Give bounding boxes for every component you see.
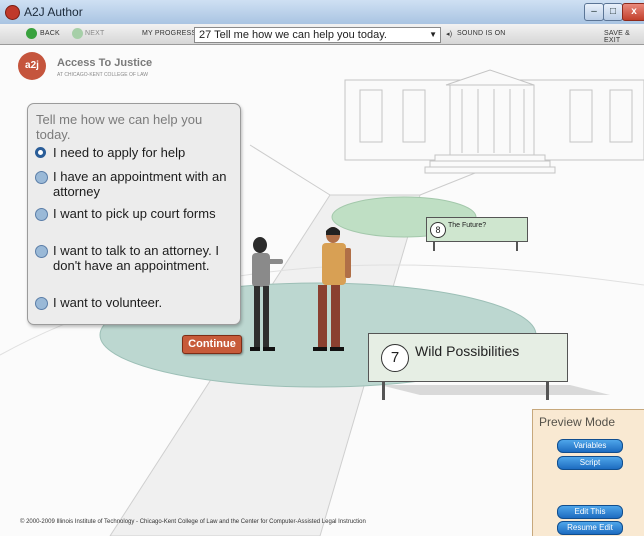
toolbar: BACK NEXT MY PROGRESS 27 Tell me how we …: [0, 24, 644, 45]
window-title: A2J Author: [24, 5, 83, 19]
radio-icon[interactable]: [35, 297, 48, 310]
back-button[interactable]: BACK: [40, 30, 60, 37]
logo-subtitle: AT CHICAGO-KENT COLLEGE OF LAW: [57, 72, 148, 78]
copyright-footer: © 2000-2009 Illinois Institute of Techno…: [20, 519, 366, 525]
signpost-future[interactable]: 8 The Future?: [426, 217, 528, 242]
title-bar: A2J Author – □ x: [0, 0, 644, 25]
question-bubble: Tell me how we can help you today. I nee…: [27, 103, 241, 325]
step-number-badge: 7: [381, 344, 409, 372]
preview-title: Preview Mode: [539, 415, 616, 429]
answer-option[interactable]: I have an appointment with an attorney: [35, 169, 233, 199]
save-exit-button[interactable]: SAVE & EXIT: [604, 30, 644, 44]
preview-mode-panel: Preview Mode Variables Script Edit This …: [532, 409, 644, 536]
sign-label: The Future?: [448, 222, 487, 229]
next-button[interactable]: NEXT: [85, 30, 104, 37]
radio-selected-icon[interactable]: [35, 147, 46, 158]
courthouse-building: [344, 69, 644, 174]
scene-stage: a2j Access To Justice AT CHICAGO-KENT CO…: [0, 45, 644, 536]
progress-label: MY PROGRESS: [142, 30, 197, 37]
continue-button[interactable]: Continue: [182, 335, 242, 354]
answer-option[interactable]: I want to volunteer.: [35, 295, 233, 310]
step-number-badge: 8: [430, 222, 446, 238]
variables-button[interactable]: Variables: [557, 439, 623, 453]
sound-toggle[interactable]: SOUND IS ON: [457, 30, 505, 37]
script-button[interactable]: Script: [557, 456, 623, 470]
maximize-button[interactable]: □: [603, 3, 623, 21]
progress-value: 27 Tell me how we can help you today.: [199, 29, 387, 41]
answer-option[interactable]: I want to pick up court forms: [35, 206, 233, 221]
logo-badge: a2j: [18, 52, 46, 80]
radio-icon[interactable]: [35, 245, 48, 258]
chevron-down-icon: ▼: [429, 30, 437, 39]
next-arrow-icon[interactable]: [72, 28, 83, 39]
sign-label: Wild Possibilities: [415, 343, 520, 359]
resume-edit-button[interactable]: Resume Edit: [557, 521, 623, 535]
close-button[interactable]: x: [622, 3, 644, 21]
radio-icon[interactable]: [35, 171, 48, 184]
answer-option[interactable]: I want to talk to an attorney. I don't h…: [35, 243, 233, 273]
edit-this-button[interactable]: Edit This: [557, 505, 623, 519]
progress-dropdown[interactable]: 27 Tell me how we can help you today. ▼: [194, 27, 441, 43]
signpost-current: 7 Wild Possibilities: [368, 333, 568, 382]
radio-icon[interactable]: [35, 208, 48, 221]
logo-title: Access To Justice: [57, 57, 153, 69]
answer-option[interactable]: I need to apply for help: [35, 145, 233, 160]
minimize-button[interactable]: –: [584, 3, 604, 21]
app-logo-icon: [5, 5, 20, 20]
back-arrow-icon[interactable]: [26, 28, 37, 39]
app-window: A2J Author – □ x BACK NEXT MY PROGRESS 2…: [0, 0, 644, 536]
question-text: Tell me how we can help you today.: [36, 112, 203, 142]
speaker-icon[interactable]: ◂): [446, 30, 452, 38]
